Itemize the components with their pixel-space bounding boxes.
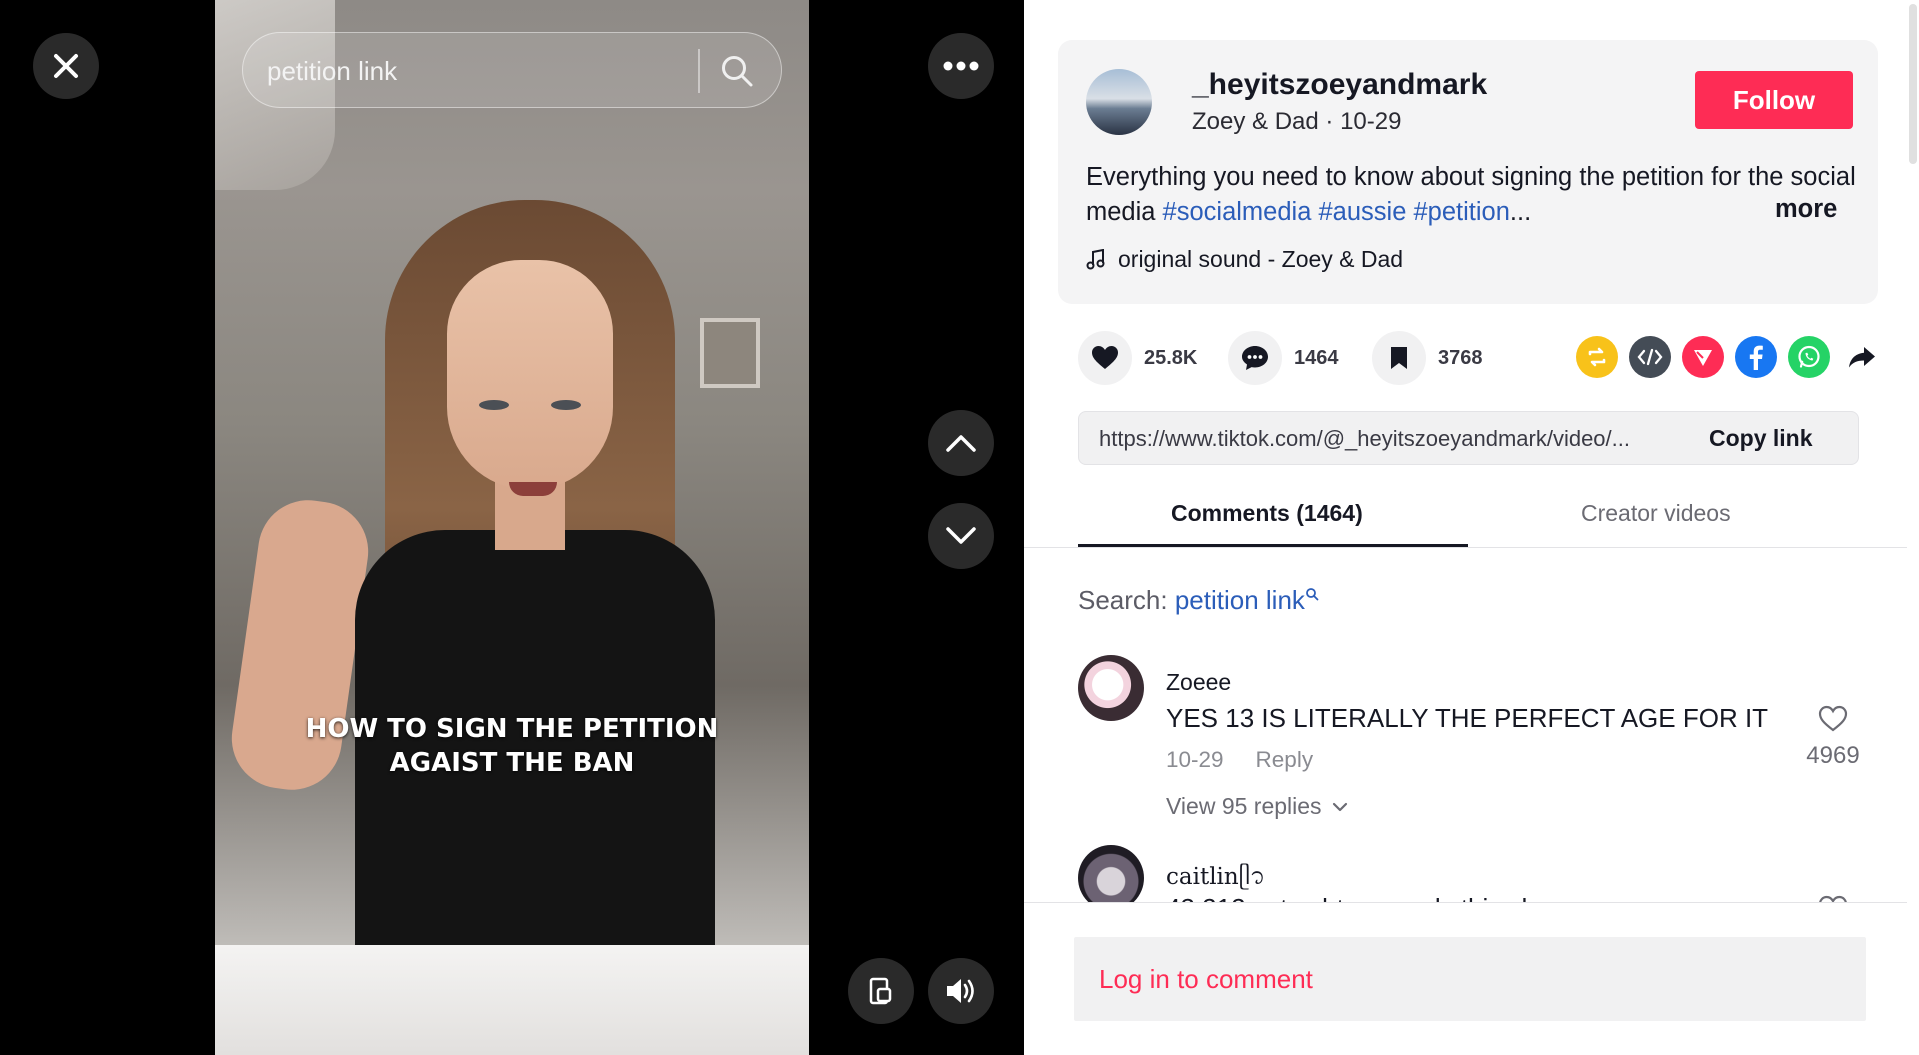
search-button[interactable] [711, 45, 763, 97]
comment-search-suggestion: Search: petition link [1078, 585, 1319, 616]
comment-like-button[interactable] [1802, 895, 1864, 902]
heart-outline-icon [1819, 895, 1847, 902]
tab-creator-videos[interactable]: Creator videos [1581, 500, 1731, 527]
details-panel: _heyitszoeyandmark Zoey & Dad · 10-29 Fo… [1024, 0, 1919, 1055]
send-to-friends-button[interactable] [1682, 336, 1724, 378]
view-replies-button[interactable]: View 95 replies [1166, 793, 1348, 820]
active-tab-indicator [1078, 544, 1468, 547]
mini-player-icon [869, 977, 892, 1005]
post-date: 10-29 [1340, 108, 1402, 135]
chevron-up-icon [946, 435, 976, 452]
embed-icon [1637, 348, 1663, 366]
creator-avatar[interactable] [1086, 69, 1152, 135]
next-video-button[interactable] [928, 503, 994, 569]
creator-username[interactable]: _heyitszoeyandmark [1192, 68, 1487, 102]
previous-video-button[interactable] [928, 410, 994, 476]
video-url: https://www.tiktok.com/@_heyitszoeyandma… [1099, 426, 1630, 451]
volume-button[interactable] [928, 958, 994, 1024]
comment-text: YES 13 IS LITERALLY THE PERFECT AGE FOR … [1166, 703, 1769, 733]
creator-subline: Zoey & Dad · 10-29 [1192, 108, 1402, 135]
more-share-button[interactable] [1841, 336, 1883, 378]
login-to-comment-label: Log in to comment [1099, 964, 1313, 994]
facebook-share-button[interactable] [1735, 336, 1777, 378]
copy-link-button[interactable]: Copy link [1709, 425, 1813, 452]
like-button[interactable]: 25.8K [1078, 330, 1197, 386]
reply-button[interactable]: Reply [1256, 747, 1314, 773]
comment-icon [1242, 346, 1268, 370]
embed-button[interactable] [1629, 336, 1671, 378]
chevron-down-icon [1332, 802, 1347, 811]
share-arrow-icon [1849, 347, 1875, 368]
like-count: 25.8K [1144, 346, 1198, 369]
mini-player-button[interactable] [848, 958, 914, 1024]
video-player[interactable] [215, 0, 809, 1055]
caption-line-1: HOW TO SIGN THE PETITION [305, 714, 719, 744]
save-count: 3768 [1438, 346, 1483, 369]
heart-icon [1092, 346, 1118, 369]
comments-list[interactable]: Zoeee YES 13 IS LITERALLY THE PERFECT AG… [1024, 640, 1907, 902]
music-link[interactable]: original sound - Zoey & Dad [1086, 246, 1403, 273]
comment-like-count: 4969 [1806, 742, 1860, 769]
login-to-comment-button[interactable]: Log in to comment [1074, 937, 1866, 1021]
repost-button[interactable] [1576, 336, 1618, 378]
heart-outline-icon [1818, 705, 1848, 732]
tab-bar: Comments (1464) Creator videos [1024, 488, 1907, 548]
post-description: Everything you need to know about signin… [1086, 160, 1856, 230]
video-pane: HOW TO SIGN THE PETITION AGAIST THE BAN [0, 0, 1024, 1055]
close-icon [54, 54, 78, 78]
share-link-row: https://www.tiktok.com/@_heyitszoeyandma… [1078, 411, 1859, 465]
send-icon [1694, 350, 1712, 366]
view-replies-label: View 95 replies [1166, 793, 1322, 819]
close-button[interactable] [33, 33, 99, 99]
caption-line-2: AGAIST THE BAN [389, 748, 635, 778]
more-icon [943, 61, 979, 71]
comment-avatar[interactable] [1078, 655, 1144, 721]
comment-search-term[interactable]: petition link [1175, 585, 1305, 615]
action-bar: 25.8K 1464 3768 [1078, 330, 1878, 386]
music-note-icon [1086, 248, 1105, 269]
hashtag-link[interactable]: #petition [1413, 198, 1509, 226]
tab-comments[interactable]: Comments (1464) [1171, 500, 1363, 527]
music-title: original sound - Zoey & Dad [1118, 246, 1404, 272]
search-input[interactable] [267, 53, 677, 89]
video-caption: HOW TO SIGN THE PETITION AGAIST THE BAN [235, 712, 789, 780]
more-button[interactable]: more [1775, 195, 1837, 224]
comment-like-button[interactable]: 4969 [1802, 705, 1864, 770]
table-surface [215, 945, 809, 1055]
wall-frame [700, 318, 760, 388]
volume-icon [947, 979, 974, 1003]
more-options-button[interactable] [928, 33, 994, 99]
search-icon [1306, 588, 1319, 601]
chevron-down-icon [946, 527, 976, 544]
post-info-card: _heyitszoeyandmark Zoey & Dad · 10-29 Fo… [1058, 40, 1878, 304]
comment-meta: 10-29 Reply [1166, 747, 1313, 773]
video-subject [225, 200, 715, 970]
scrollbar-thumb[interactable] [1909, 4, 1917, 164]
repost-icon [1588, 347, 1606, 367]
creator-display-name: Zoey & Dad [1192, 108, 1319, 135]
hashtag-link[interactable]: #socialmedia [1163, 198, 1312, 226]
comment-author[interactable]: Zoeee [1166, 669, 1231, 696]
comment-button[interactable]: 1464 [1228, 330, 1339, 386]
bookmark-icon [1391, 347, 1407, 369]
follow-button[interactable]: Follow [1695, 71, 1853, 129]
scrollbar[interactable] [1907, 0, 1919, 1055]
search-icon [722, 56, 753, 87]
whatsapp-icon [1798, 345, 1820, 368]
comment-count: 1464 [1294, 346, 1339, 369]
save-button[interactable]: 3768 [1372, 330, 1483, 386]
comment-text: 43.212 votes btw , surely this changes. [1166, 893, 1614, 902]
footer-divider [1024, 902, 1907, 903]
comment-search-label: Search: [1078, 585, 1168, 615]
hashtag-link[interactable]: #aussie [1318, 198, 1406, 226]
comment-avatar[interactable] [1078, 845, 1144, 902]
description-ellipsis: ... [1509, 198, 1532, 226]
video-search-box [242, 32, 782, 108]
facebook-icon [1749, 345, 1763, 370]
whatsapp-share-button[interactable] [1788, 336, 1830, 378]
search-divider [698, 49, 700, 93]
comment-date: 10-29 [1166, 747, 1224, 772]
